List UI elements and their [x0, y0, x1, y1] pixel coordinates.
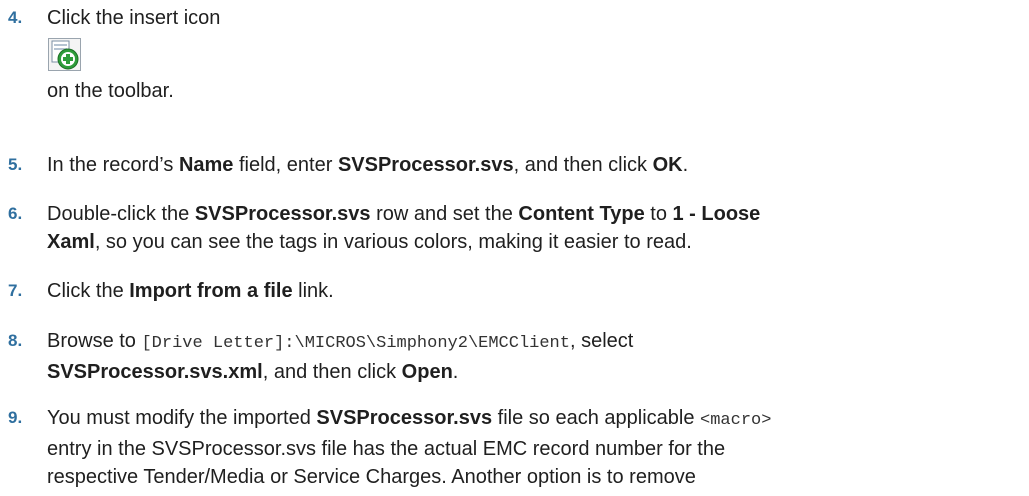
- document-page: 4. Click the insert icon on the toolbar.…: [0, 0, 1029, 496]
- step-text: Double-click the SVSProcessor.svs row an…: [47, 203, 761, 225]
- step-number: 7.: [8, 281, 23, 300]
- step-body: Click the Import from a file link.: [47, 277, 1027, 305]
- step-number: 8.: [8, 331, 23, 350]
- step-text: Xaml, so you can see the tags in various…: [47, 231, 692, 253]
- step-body: Browse to [Drive Letter]:\MICROS\Simphon…: [47, 327, 1027, 386]
- step-text: In the record’s Name field, enter SVSPro…: [47, 154, 689, 176]
- step-number: 6.: [8, 204, 23, 223]
- step-text: respective Tender/Media or Service Charg…: [47, 466, 696, 488]
- macro-code: <macro>: [700, 411, 772, 430]
- step-text: SVSProcessor.svs.xml, and then click Ope…: [47, 361, 459, 383]
- step-body: You must modify the imported SVSProcesso…: [47, 404, 1027, 491]
- step-text: entry in the SVSProcessor.svs file has t…: [47, 438, 726, 460]
- step-text: You must modify the imported SVSProcesso…: [47, 407, 772, 430]
- step-number: 9.: [8, 408, 23, 427]
- step-number: 5.: [8, 155, 23, 174]
- step-body: Double-click the SVSProcessor.svs row an…: [47, 200, 1027, 256]
- step-text: Click the Import from a file link.: [47, 280, 334, 302]
- step-text: Browse to [Drive Letter]:\MICROS\Simphon…: [47, 330, 634, 353]
- step-body: Click the insert icon on the toolbar.: [47, 4, 1027, 105]
- step-text: on the toolbar.: [47, 80, 174, 102]
- step-number: 4.: [8, 8, 23, 27]
- path-code: [Drive Letter]:\MICROS\Simphony2\EMCClie…: [141, 334, 570, 353]
- step-body: In the record’s Name field, enter SVSPro…: [47, 151, 1027, 179]
- insert-icon: [48, 38, 81, 71]
- step-text: Click the insert icon: [47, 7, 221, 29]
